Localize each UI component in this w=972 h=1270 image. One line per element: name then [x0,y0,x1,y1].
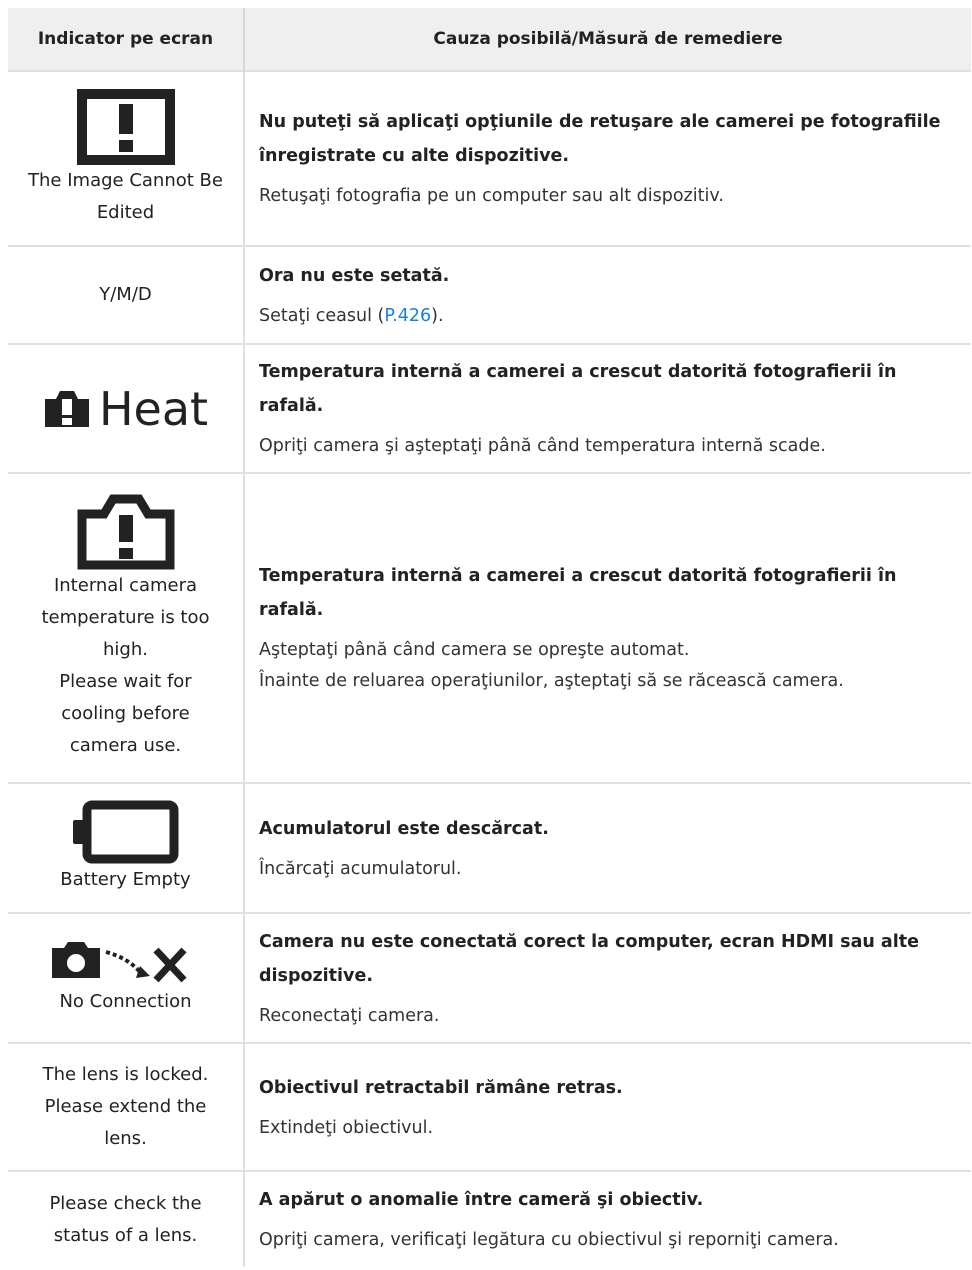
indicator-label: No Connection [59,991,192,1012]
table-row: The lens is locked. Please extend the le… [8,1042,971,1171]
cause-text: Încărcaţi acumulatorul. [259,858,462,879]
header-cause: Cauza posibilă/Măsură de remediere [244,8,971,71]
cause-text: Aşteptaţi până când camera se opreşte au… [259,635,951,697]
indicator-label: Y/M/D [99,284,152,305]
battery-empty-icon [8,800,243,864]
troubleshooting-table: Indicator pe ecran Cauza posibilă/Măsură… [8,8,971,1267]
indicator-label-line: Please check the [49,1192,202,1214]
cause-text: Opriţi camera şi aşteptaţi până când tem… [259,436,826,456]
cause-cell: Camera nu este conectată corect la compu… [244,912,971,1043]
cause-text-line: Aşteptaţi până când camera se opreşte au… [259,640,690,660]
cause-text: Extindeţi obiectivul. [259,1117,434,1138]
header-indicator: Indicator pe ecran [8,8,245,71]
indicator-label-line: Please extend the [44,1096,207,1117]
cause-text-after: ). [431,305,444,326]
cause-text: Opriţi camera, verificaţi legătura cu ob… [259,1230,839,1250]
indicator-cell: The lens is locked. Please extend the le… [8,1042,245,1171]
indicator-label-line: temperature is too [41,607,210,628]
exclamation-box-icon [8,88,243,165]
cause-cell: Nu puteţi să aplicaţi opţiunile de retuş… [244,70,971,246]
cause-cell: Temperatura internă a camerei a crescut … [244,472,971,783]
cause-text-before: Setaţi ceasul ( [259,305,385,326]
indicator-label-line: cooling before [61,703,190,724]
cause-cell: Ora nu este setată. Setaţi ceasul (P.426… [244,245,971,344]
cause-text: Retuşaţi fotografia pe un computer sau a… [259,186,724,206]
cause-title: Acumulatorul este descărcat. [259,818,549,839]
indicator-label-line: lens. [104,1128,147,1149]
indicator-cell: Internal camera temperature is too high.… [8,472,245,783]
indicator-label: The Image Cannot Be Edited [28,169,223,223]
cause-title: Obiectivul retractabil rămâne retras. [259,1077,623,1098]
cause-cell: A apărut o anomalie între cameră şi obie… [244,1170,971,1267]
indicator-label-line: high. [103,639,148,660]
table-row: The Image Cannot Be Edited Nu puteţi să … [8,70,971,246]
cause-title: Camera nu este conectată corect la compu… [259,931,919,986]
camera-warning-icon [43,389,91,429]
indicator-cell: Please check the status of a lens. [8,1170,245,1267]
cause-title: A apărut o anomalie între cameră şi obie… [259,1190,704,1210]
cause-text-line: Înainte de reluarea operaţiunilor, aştep… [259,671,844,691]
page-reference-link[interactable]: P.426 [384,306,431,326]
indicator-cell: Y/M/D [8,245,245,344]
no-connection-icon [8,938,243,986]
cause-title: Temperatura internă a camerei a crescut … [259,566,897,620]
cause-cell: Acumulatorul este descărcat. Încărcaţi a… [244,782,971,913]
table-row: Heat Temperatura internă a camerei a cre… [8,343,971,473]
indicator-cell: No Connection [8,912,245,1043]
table-row: Y/M/D Ora nu este setată. Setaţi ceasul … [8,245,971,344]
cause-cell: Temperatura internă a camerei a crescut … [244,343,971,473]
indicator-label: Battery Empty [60,869,191,890]
heat-label: Heat [98,381,209,436]
indicator-label-line: The lens is locked. [42,1064,209,1085]
table-row: No Connection Camera nu este conectată c… [8,912,971,1043]
indicator-label-line: camera use. [69,735,182,756]
indicator-label-line: status of a lens. [53,1224,198,1246]
cause-text: Reconectaţi camera. [259,1005,440,1026]
indicator-label-line: Please wait for [59,671,192,692]
table-row: Internal camera temperature is too high.… [8,472,971,783]
cause-cell: Obiectivul retractabil rămâne retras. Ex… [244,1042,971,1171]
camera-outline-warning-icon [8,494,243,570]
table-header-row: Indicator pe ecran Cauza posibilă/Măsură… [8,8,971,71]
indicator-cell: Heat [8,343,245,473]
cause-title: Ora nu este setată. [259,265,450,286]
cause-title: Nu puteţi să aplicaţi opţiunile de retuş… [259,112,941,166]
cause-text: Setaţi ceasul (P.426). [259,301,951,332]
cause-title: Temperatura internă a camerei a crescut … [259,362,897,416]
table-row: Please check the status of a lens. A apă… [8,1170,971,1267]
indicator-label-line: Internal camera [53,575,198,596]
indicator-cell: The Image Cannot Be Edited [8,70,245,246]
table-row: Battery Empty Acumulatorul este descărca… [8,782,971,913]
indicator-cell: Battery Empty [8,782,245,913]
